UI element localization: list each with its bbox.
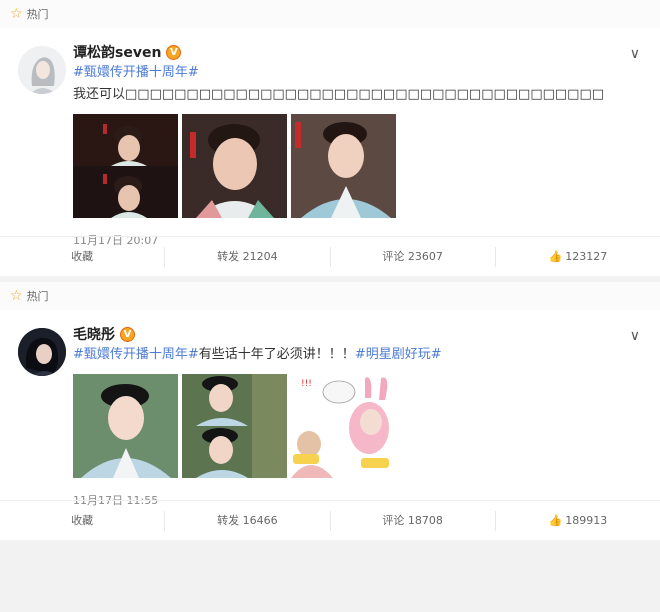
post-image[interactable]	[182, 114, 287, 218]
post-image[interactable]	[291, 114, 396, 218]
image-grid	[73, 114, 640, 218]
like-count: 189913	[565, 513, 608, 527]
hashtag-link[interactable]: #甄嬛传开播十周年#	[73, 62, 640, 84]
avatar[interactable]	[18, 46, 66, 94]
post-image[interactable]: !!!	[291, 374, 396, 478]
star-icon: ☆	[10, 288, 23, 304]
hot-label: 热门	[26, 290, 49, 303]
like-button[interactable]: 👍 123127	[496, 247, 660, 267]
post-image[interactable]	[73, 374, 178, 478]
hot-header: ☆ 热门	[0, 0, 660, 28]
repost-button[interactable]: 转发 16466	[165, 510, 331, 531]
star-icon: ☆	[10, 6, 23, 22]
repost-button[interactable]: 转发 21204	[165, 246, 331, 267]
hot-header: ☆ 热门	[0, 282, 660, 310]
image-grid: !!!	[73, 374, 640, 478]
favorite-button[interactable]: 收藏	[0, 510, 166, 531]
chevron-down-icon[interactable]: ∨	[630, 46, 640, 62]
post-card: ∨ 毛晓彤 V #甄嬛传开播十周年#有些话十年了必须讲！！！#明星剧好玩# !!…	[0, 310, 660, 540]
chevron-down-icon[interactable]: ∨	[630, 328, 640, 344]
post-card: ∨ 谭松韵seven V #甄嬛传开播十周年# 我还可以□□□□□□□□□□□□…	[0, 28, 660, 276]
svg-text:!!!: !!!	[301, 379, 312, 389]
author-name[interactable]: 谭松韵seven	[73, 42, 161, 62]
post-text: 有些话十年了必须讲！！！	[198, 347, 355, 362]
comment-button[interactable]: 评论 18708	[331, 510, 496, 531]
thumb-up-icon: 👍	[548, 249, 563, 263]
verified-badge-icon: V	[120, 326, 135, 342]
thumb-up-icon: 👍	[548, 513, 563, 527]
action-bar: 收藏 转发 16466 评论 18708 👍 189913	[0, 500, 660, 540]
like-count: 123127	[565, 249, 608, 263]
post-image[interactable]	[73, 114, 178, 218]
comment-button[interactable]: 评论 23607	[331, 246, 496, 267]
avatar[interactable]	[18, 328, 66, 376]
hashtag-link[interactable]: #甄嬛传开播十周年#	[73, 347, 199, 362]
hot-label: 热门	[26, 8, 49, 21]
favorite-button[interactable]: 收藏	[0, 246, 166, 267]
action-bar: 收藏 转发 21204 评论 23607 👍 123127	[0, 236, 660, 276]
author-name[interactable]: 毛晓彤	[73, 324, 115, 344]
post-text: 我还可以□□□□□□□□□□□□□□□□□□□□□□□□□□□□□□□□□□□□…	[73, 87, 605, 102]
hashtag-link[interactable]: #明星剧好玩#	[355, 347, 442, 362]
post-image[interactable]	[182, 374, 287, 478]
verified-badge-icon: V	[166, 44, 182, 60]
like-button[interactable]: 👍 189913	[496, 511, 660, 531]
